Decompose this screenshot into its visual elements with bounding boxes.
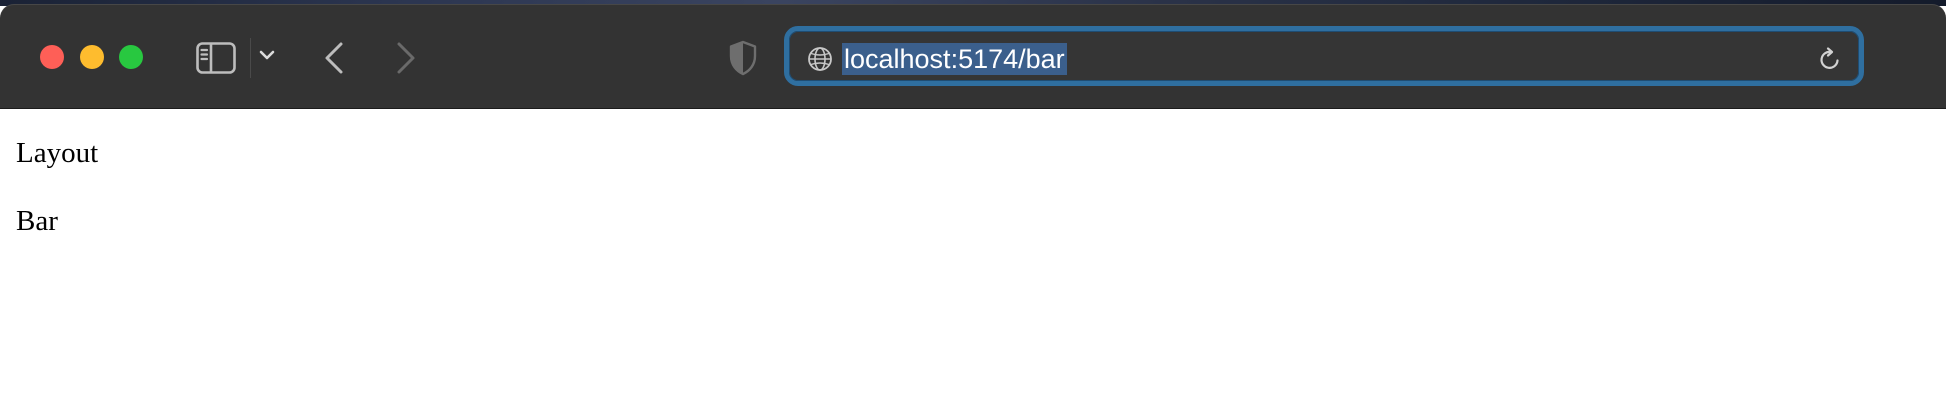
chevron-right-icon[interactable] — [394, 40, 418, 76]
address-bar[interactable]: localhost:5174/bar — [784, 26, 1864, 86]
reload-icon[interactable] — [1818, 46, 1842, 72]
zoom-window-button[interactable] — [119, 45, 143, 69]
url-text[interactable]: localhost:5174/bar — [842, 43, 1067, 75]
chevron-down-icon[interactable] — [259, 49, 275, 61]
bar-text: Bar — [16, 205, 58, 237]
browser-toolbar: localhost:5174/bar — [0, 4, 1946, 109]
minimize-window-button[interactable] — [80, 45, 104, 69]
page-content: Layout Bar — [0, 109, 1946, 416]
layout-text: Layout — [16, 137, 99, 169]
sidebar-icon[interactable] — [196, 42, 236, 74]
chevron-left-icon[interactable] — [322, 40, 346, 76]
globe-icon — [808, 47, 832, 71]
toolbar-divider — [250, 38, 251, 78]
close-window-button[interactable] — [40, 45, 64, 69]
shield-icon[interactable] — [728, 40, 758, 76]
address-field[interactable]: localhost:5174/bar — [789, 31, 1859, 81]
